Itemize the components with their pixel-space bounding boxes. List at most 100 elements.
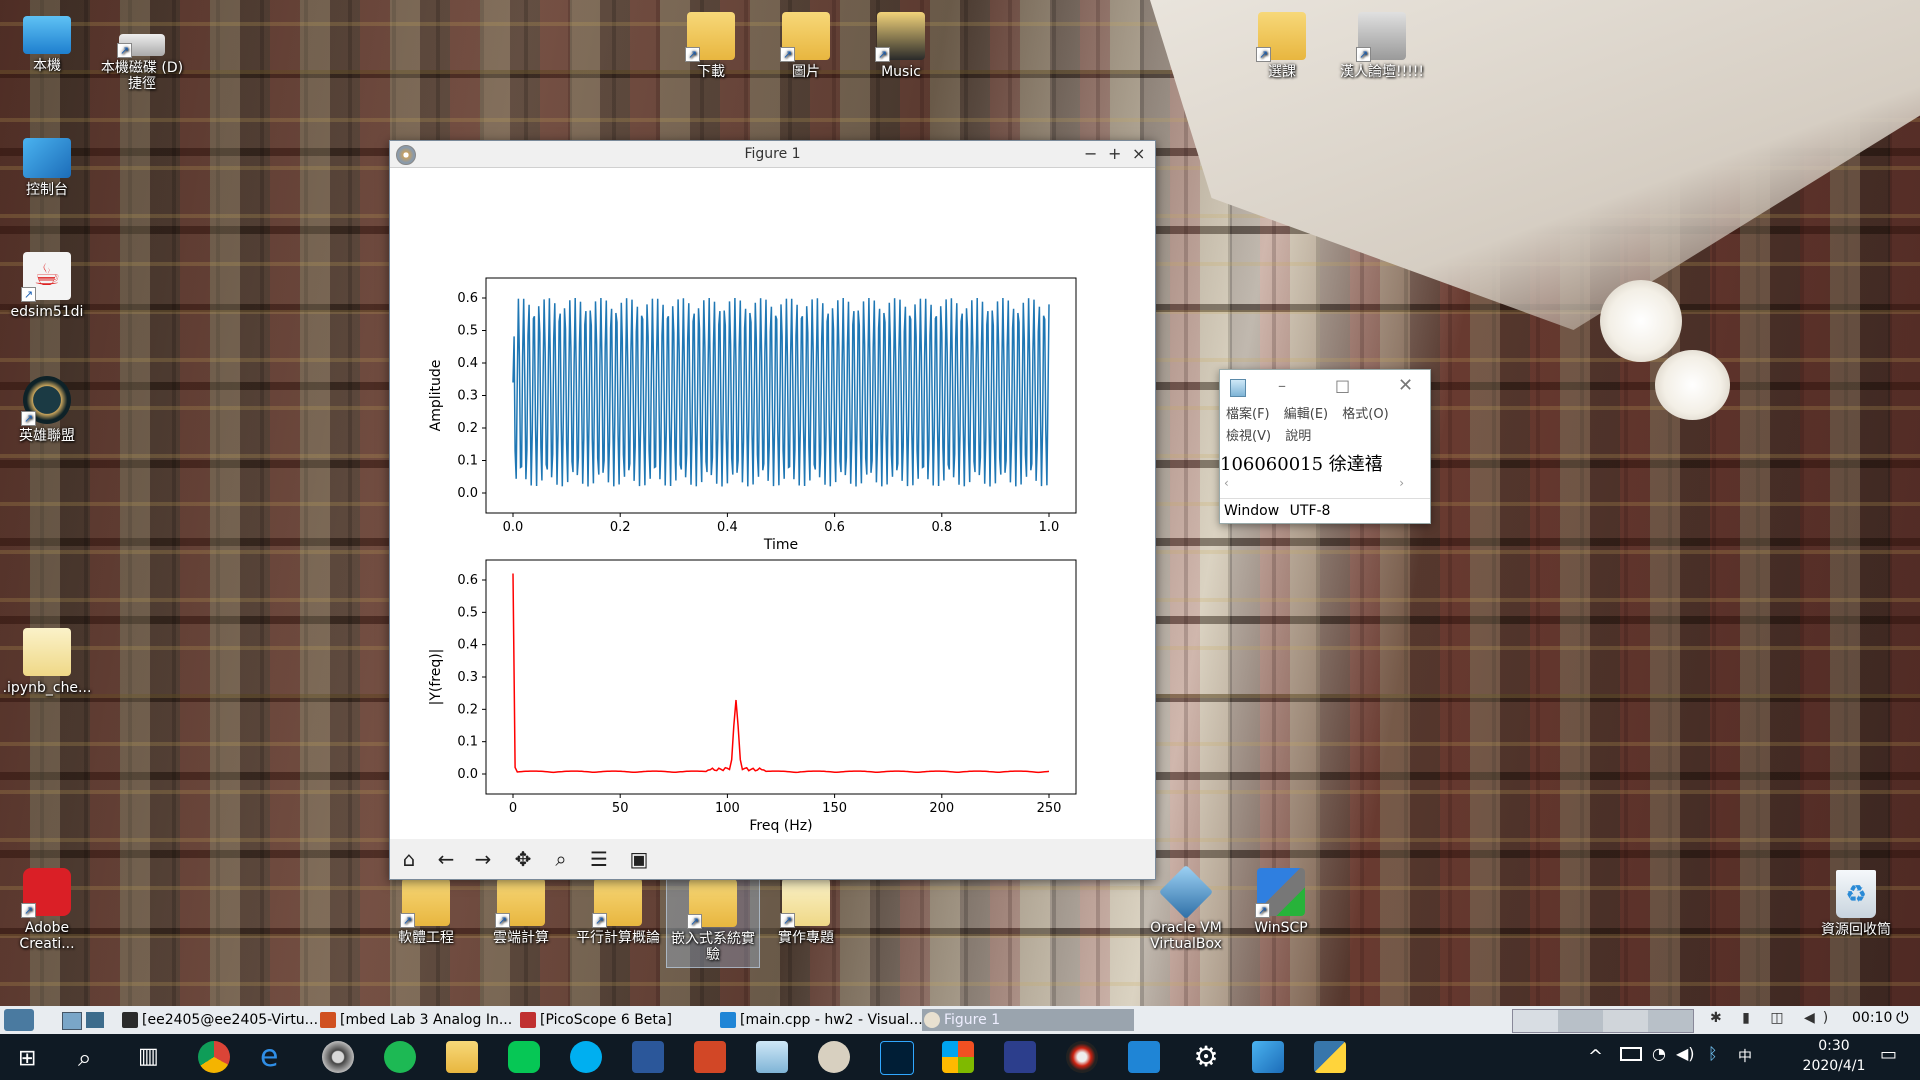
desktop-icon-cloud-computing[interactable]: ↗ 雲端計算 [476, 878, 566, 946]
volume-icon[interactable]: ◀) [1676, 1044, 1695, 1063]
task-mbed[interactable]: [mbed Lab 3 Analog In... [318, 1009, 530, 1031]
taskbar-time[interactable]: 0:30 [1794, 1038, 1874, 1054]
desktop-icon-downloads[interactable]: ↗ 下載 [666, 12, 756, 80]
microsoft-store-icon[interactable] [942, 1041, 974, 1073]
desktop-icon-project[interactable]: ↗ 實作專題 [761, 878, 851, 946]
desktop-icon-this-pc[interactable]: 本機 [2, 10, 92, 74]
desktop-icon-parallel-computing[interactable]: ↗ 平行計算概論 [568, 878, 668, 946]
save-icon[interactable]: ▣ [626, 846, 652, 872]
y-tick-label: 0.6 [457, 573, 478, 588]
maximize-button[interactable]: □ [1335, 376, 1350, 395]
dev-cpp-icon[interactable] [1004, 1041, 1036, 1073]
search-icon[interactable]: ⌕ [78, 1044, 91, 1072]
python-idle-icon[interactable] [818, 1041, 850, 1073]
x-tick-label: 0.8 [931, 520, 952, 535]
desktop-icon-league-of-legends[interactable]: ↗ 英雄聯盟 [2, 376, 92, 444]
file-manager-icon[interactable] [86, 1012, 104, 1028]
tray-icons[interactable]: ✱ ▮ ◫ ◀) [1710, 1010, 1836, 1026]
ime-indicator[interactable]: 中 [1738, 1046, 1752, 1066]
show-desktop-icon[interactable] [62, 1012, 82, 1030]
start-button[interactable]: ⊞ [18, 1046, 36, 1071]
minimize-button[interactable]: − [1084, 144, 1097, 163]
notification-icon[interactable]: ▭ [1880, 1044, 1897, 1065]
desktop-icon-label: 漢人論壇!!!!! [1339, 64, 1425, 80]
task-figure[interactable]: Figure 1 [922, 1009, 1134, 1031]
desktop-icon-forum[interactable]: ↗ 漢人論壇!!!!! [1332, 12, 1432, 80]
taskbar-date[interactable]: 2020/4/1 [1794, 1058, 1874, 1074]
figure-titlebar[interactable]: Figure 1 − + × [390, 141, 1155, 168]
pan-icon[interactable]: ✥ [510, 846, 536, 872]
task-view-icon[interactable]: ▥ [138, 1044, 159, 1069]
desktop-icon-pictures[interactable]: ↗ 圖片 [761, 12, 851, 80]
desktop-icon-adobe-cc[interactable]: ↗ Adobe Creati... [2, 868, 92, 952]
spotify-icon[interactable] [384, 1041, 416, 1073]
media-player-icon[interactable] [322, 1041, 354, 1073]
notepad-window[interactable]: – □ ✕ 檔案(F) 編輯(E) 格式(O) 檢視(V) 說明 1060600… [1219, 369, 1431, 524]
y-tick-label: 0.5 [457, 324, 478, 339]
series-line [512, 573, 1050, 774]
vscode-icon[interactable] [1128, 1041, 1160, 1073]
task-vscode[interactable]: [main.cpp - hw2 - Visual... [718, 1009, 940, 1031]
minimize-button[interactable]: – [1278, 376, 1286, 395]
notepad-titlebar[interactable]: – □ ✕ [1220, 370, 1430, 404]
home-icon[interactable]: ⌂ [396, 846, 422, 872]
menu-view[interactable]: 檢視(V) [1226, 429, 1271, 444]
battery-icon[interactable] [1620, 1047, 1642, 1061]
desktop-icon-label: 本機磁碟 (D) 捷徑 [100, 60, 184, 92]
browser-icon [320, 1012, 336, 1028]
network-tool-icon[interactable] [1066, 1041, 1098, 1073]
desktop-icon-edsim51di[interactable]: ☕ ↗ edsim51di [2, 252, 92, 320]
notepad-icon[interactable] [756, 1041, 788, 1073]
line-icon[interactable] [508, 1041, 540, 1073]
y-tick-label: 0.2 [457, 421, 478, 436]
menu-help[interactable]: 說明 [1285, 429, 1311, 444]
desktop-icon-control-panel[interactable]: 控制台 [2, 138, 92, 198]
horizontal-scrollbar[interactable]: ‹ › [1220, 476, 1430, 490]
power-icon[interactable]: ⏻ [1896, 1008, 1909, 1028]
word-icon[interactable] [632, 1041, 664, 1073]
menu-icon[interactable] [4, 1009, 34, 1031]
photoshop-icon[interactable] [880, 1041, 914, 1075]
back-icon[interactable]: ← [433, 846, 459, 872]
desktop-icon-ipynb-checkpoints[interactable]: .ipynb_che... [2, 628, 92, 696]
desktop-icon-winscp[interactable]: ↗ WinSCP [1236, 868, 1326, 936]
workspace-switcher[interactable] [1512, 1009, 1694, 1033]
desktop-icon-virtualbox[interactable]: Oracle VM VirtualBox [1141, 864, 1231, 952]
menu-format[interactable]: 格式(O) [1342, 407, 1388, 422]
forward-icon[interactable]: → [470, 846, 496, 872]
music-folder-icon: ↗ [875, 12, 925, 62]
notepad-text-area[interactable]: 106060015 徐達禧 [1220, 448, 1430, 476]
menu-edit[interactable]: 編輯(E) [1284, 407, 1328, 422]
task-terminal[interactable]: [ee2405@ee2405-Virtu... [120, 1009, 332, 1031]
desktop-icon-recycle-bin[interactable]: ♻ 資源回收筒 [1806, 870, 1906, 938]
desktop-icon-music[interactable]: ↗ Music [856, 12, 946, 80]
edge-icon[interactable]: e [260, 1041, 292, 1073]
figure-window[interactable]: Figure 1 − + × 0.0 0.2 0.4 0.6 0.8 1.0 0.0 0.1 0… [389, 140, 1156, 880]
close-button[interactable]: × [1132, 144, 1145, 163]
menu-file[interactable]: 檔案(F) [1226, 407, 1270, 422]
maximize-button[interactable]: + [1108, 144, 1121, 163]
control-panel-icon[interactable] [1252, 1041, 1284, 1073]
chrome-icon[interactable] [198, 1041, 230, 1073]
python-icon[interactable] [1314, 1041, 1346, 1073]
desktop-icon-embedded-systems-lab[interactable]: ↗ 嵌入式系統實 驗 [666, 878, 760, 968]
task-picoscope[interactable]: [PicoScope 6 Beta] [518, 1009, 730, 1031]
file-explorer-icon[interactable] [446, 1041, 478, 1073]
desktop-icon-course-selection[interactable]: ↗ 選課 [1237, 12, 1327, 80]
close-button[interactable]: ✕ [1398, 375, 1413, 396]
desktop-icon-label: 下載 [697, 64, 725, 80]
plot-canvas[interactable]: 0.0 0.2 0.4 0.6 0.8 1.0 0.0 0.1 0.2 0.3 0.4 0.5 0.6 T… [390, 168, 1153, 838]
powerpoint-icon[interactable] [694, 1041, 726, 1073]
settings-icon[interactable]: ⚙ [1190, 1041, 1222, 1073]
wifi-icon[interactable]: ◔ [1652, 1044, 1666, 1063]
configure-icon[interactable]: ☰ [586, 846, 612, 872]
zoom-icon[interactable]: ⌕ [548, 846, 574, 872]
desktop-icon-software-engineering[interactable]: ↗ 軟體工程 [381, 878, 471, 946]
bluetooth-icon[interactable]: ᛒ [1708, 1044, 1718, 1063]
desktop-icon-label: 實作專題 [778, 930, 834, 946]
notepad-menubar: 檔案(F) 編輯(E) 格式(O) 檢視(V) 說明 [1220, 404, 1430, 448]
x-axis-label: Freq (Hz) [749, 818, 812, 834]
desktop-icon-drive-d[interactable]: ↗ 本機磁碟 (D) 捷徑 [97, 30, 187, 92]
tray-overflow-icon[interactable]: ^ [1588, 1046, 1603, 1067]
skype-icon[interactable] [570, 1041, 602, 1073]
